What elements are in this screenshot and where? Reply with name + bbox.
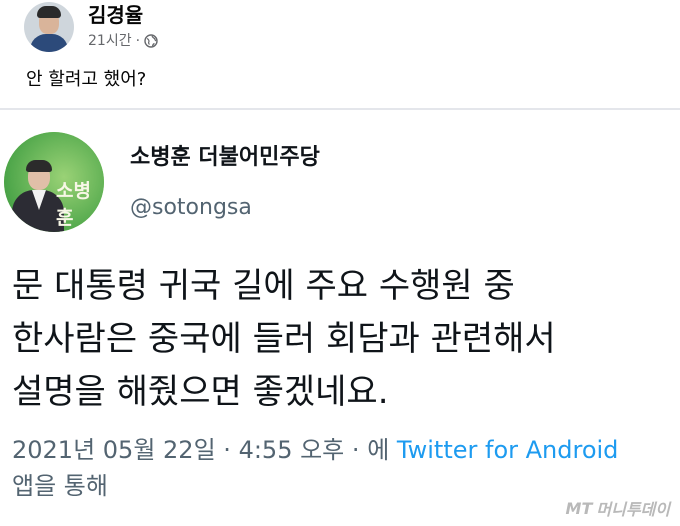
author-name[interactable]: 김경율 — [88, 2, 158, 28]
tweet-body-line: 한사람은 중국에 들러 회담과 관련해서 — [12, 319, 556, 359]
watermark-logo: MT — [565, 498, 593, 518]
tweet-display-name: 소병훈 더불어민주당 — [130, 145, 320, 170]
post-timestamp[interactable]: 21시간 — [88, 32, 132, 50]
tweet-meta: 2021년 05월 22일 · 4:55 오후 · 에 Twitter for … — [12, 432, 680, 468]
avatar-logo-text: 소병훈 — [56, 180, 91, 229]
embedded-tweet-image: 소병훈 소병훈 더불어민주당 @sotongsa 문 대통령 귀국 길에 주요 … — [0, 110, 680, 526]
post-meta: 김경율 21시간 · — [88, 2, 158, 50]
post-text: 안 할려고 했어? — [26, 69, 147, 90]
tweet-body: 문 대통령 귀국 길에 주요 수행원 중 한사람은 중국에 들러 회담과 관련해… — [12, 260, 676, 419]
watermark-text: 머니투데이 — [596, 500, 670, 519]
tweet-client-link: Twitter for Android — [396, 436, 619, 464]
tweet-date: 2021년 05월 22일 — [12, 436, 216, 464]
tweet-avatar: 소병훈 — [4, 132, 104, 232]
tweet-body-line: 설명을 해줬으면 좋겠네요. — [12, 372, 389, 412]
tweet-time: 4:55 오후 — [238, 436, 345, 464]
post-header: 김경율 21시간 · — [24, 2, 158, 54]
post-subline: 21시간 · — [88, 32, 158, 50]
tweet-handle: @sotongsa — [130, 195, 252, 220]
globe-icon[interactable] — [144, 34, 158, 48]
tweet-body-line: 문 대통령 귀국 길에 주요 수행원 중 — [12, 266, 515, 306]
separator-dot: · — [223, 436, 231, 464]
author-avatar[interactable] — [24, 2, 74, 52]
watermark: MT 머니투데이 — [566, 496, 670, 520]
via-prefix: 에 — [367, 436, 390, 464]
separator-dot: · — [351, 436, 360, 464]
via-suffix: 앱을 통해 — [12, 472, 108, 500]
separator-dot: · — [135, 33, 141, 49]
